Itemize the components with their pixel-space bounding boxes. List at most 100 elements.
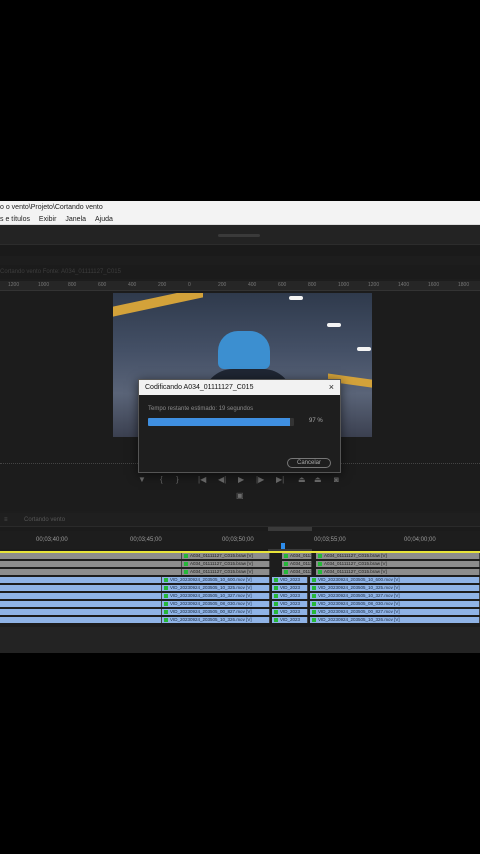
timeline-ruler[interactable]: 00;03;40;00 00;03;45;00 00;03;50;00 00;0…	[0, 531, 480, 549]
timeline-clip[interactable]: VID_20230924_203505_10_327.mov [V]	[162, 593, 270, 599]
timecode-label: 00;03;50;00	[222, 537, 254, 543]
clip-label: VID_20230924_203505_10_325.mov [V]	[170, 585, 252, 590]
timeline-clip[interactable]: VID_20230924_203505_10_325.mov [V]	[310, 585, 480, 591]
timeline-clip[interactable]: VID_20230924_203505_08_030.mov [V]	[310, 601, 480, 607]
fx-badge-icon	[274, 617, 278, 622]
clip-label: A034_01111127_C015.braw [V]	[324, 569, 387, 574]
timeline-clip[interactable]: A034_01111127_C015.braw [V]	[316, 561, 480, 567]
marker-icon[interactable]: ▼	[138, 475, 146, 484]
panel-grip-handle[interactable]	[218, 234, 260, 237]
lift-icon[interactable]: ⏏	[298, 475, 306, 484]
step-back-icon[interactable]: ◀|	[218, 475, 226, 484]
timeline-clip[interactable]: VID_20230924_203505_10_325.mov [V]	[162, 585, 270, 591]
timeline-clip[interactable]: VID_20230924_203505_10_600.mov [V]	[162, 577, 270, 583]
clip-label: A034_01111127_C015.braw [V]	[190, 561, 253, 566]
blue-bucket-hat	[218, 331, 270, 369]
timeline-clip[interactable]	[0, 577, 162, 583]
timeline-clip[interactable]: VID_2023	[272, 585, 308, 591]
ruler-tick-label: 1000	[338, 282, 350, 288]
timeline-clip[interactable]: VID_2023	[272, 593, 308, 599]
ruler-tick-label: 800	[308, 282, 317, 288]
clip-label: VID_2023	[280, 601, 301, 606]
timeline-tracks: A034_01111127_C015.braw [V] A034_01111127…	[0, 553, 480, 627]
out-point-icon[interactable]: }	[176, 475, 179, 484]
timeline-clip[interactable]: A034_01111127_C015.braw [V]	[182, 569, 270, 575]
in-point-icon[interactable]: {	[160, 475, 163, 484]
menu-bar: s e títulos Exibir Janela Ajuda	[0, 214, 480, 225]
timeline-clip[interactable]: A034_01111127_C015.braw [V]	[316, 569, 480, 575]
timeline-clip[interactable]	[0, 585, 162, 591]
monitor-tabs[interactable]: Cortando vento Fonte: A034_01111127_C015	[0, 265, 480, 279]
encoding-dialog: Codificando A034_01111127_C015 × Tempo r…	[138, 379, 341, 473]
ruler-tick-label: 1200	[368, 282, 380, 288]
timecode-label: 00;03;45;00	[130, 537, 162, 543]
timeline-clip[interactable]: A034_01111127_C015.braw [V]	[316, 553, 480, 559]
cancel-button[interactable]: Cancelar	[287, 458, 331, 468]
fx-badge-icon	[274, 577, 278, 582]
clip-label: VID_20230924_203505_10_600.mov [V]	[318, 577, 400, 582]
timeline-track: VID_20230924_203505_10_600.mov [V] VID_20…	[0, 577, 480, 584]
workspace-toolbar	[0, 225, 480, 245]
menu-item-titles[interactable]: s e títulos	[0, 214, 30, 225]
extract-icon[interactable]: ⏏	[314, 475, 322, 484]
timeline-clip[interactable]	[0, 569, 182, 575]
clip-label: A034_01111127_C015.braw [V]	[190, 553, 253, 558]
timeline-clip[interactable]: A034_01111127_C015.braw [V]	[282, 561, 312, 567]
timeline-clip[interactable]: A034_01111127_C015.braw [V]	[282, 553, 312, 559]
clip-label: VID_20230924_203505_00_827.mov [V]	[318, 609, 400, 614]
menu-item-window[interactable]: Janela	[65, 214, 86, 225]
fx-badge-icon	[184, 561, 188, 566]
close-icon[interactable]: ×	[329, 380, 334, 395]
progress-fill	[148, 418, 290, 426]
progress-percent: 97 %	[309, 418, 323, 424]
clip-label: A034_01111127_C015.braw [V]	[290, 569, 312, 574]
timeline-clip[interactable]: VID_20230924_203505_00_827.mov [V]	[162, 609, 270, 615]
ruler-tick-label: 400	[248, 282, 257, 288]
timecode-label: 00;03;40;00	[36, 537, 68, 543]
timeline-clip[interactable]	[0, 561, 182, 567]
fx-badge-icon	[164, 617, 168, 622]
timeline-clip[interactable]: VID_2023	[272, 617, 308, 623]
clip-label: A034_01111127_C015.braw [V]	[290, 553, 312, 558]
export-frame-icon[interactable]: ◙	[334, 475, 339, 484]
timeline-clip[interactable]	[0, 553, 182, 559]
timeline-clip[interactable]: VID_20230924_203505_10_326.mov [V]	[310, 617, 480, 623]
clip-label: VID_20230924_203505_10_326.mov [V]	[318, 617, 400, 622]
playhead-marker[interactable]	[281, 543, 285, 549]
fx-badge-icon	[312, 585, 316, 590]
ruler-tick-label: 1400	[398, 282, 410, 288]
timeline-tab[interactable]: Cortando vento	[24, 513, 65, 527]
settings-icon[interactable]: ▣	[236, 491, 244, 500]
timeline-clip[interactable]: A034_01111127_C015.braw [V]	[282, 569, 312, 575]
timeline-clip[interactable]: VID_2023	[272, 601, 308, 607]
monitor-header	[0, 245, 480, 256]
timeline-track: A034_01111127_C015.braw [V] A034_01111127…	[0, 569, 480, 576]
timeline-clip[interactable]: VID_2023	[272, 609, 308, 615]
fx-badge-icon	[274, 601, 278, 606]
fx-badge-icon	[164, 577, 168, 582]
step-forward-icon[interactable]: |▶	[256, 475, 264, 484]
screen: o o vento\Projeto\Cortando vento s e tít…	[0, 0, 480, 854]
timeline-clip[interactable]	[0, 617, 162, 623]
fx-badge-icon	[184, 569, 188, 574]
go-to-in-icon[interactable]: |◀	[198, 475, 206, 484]
timeline-clip[interactable]	[0, 609, 162, 615]
timeline-clip[interactable]	[0, 593, 162, 599]
timeline-clip[interactable]: VID_20230924_203505_10_327.mov [V]	[310, 593, 480, 599]
menu-item-view[interactable]: Exibir	[39, 214, 57, 225]
go-to-out-icon[interactable]: ▶|	[276, 475, 284, 484]
timeline-tab-icon[interactable]: ≡	[4, 513, 8, 527]
menu-item-help[interactable]: Ajuda	[95, 214, 113, 225]
timeline-clip[interactable]: VID_20230924_203505_10_600.mov [V]	[310, 577, 480, 583]
clip-label: VID_2023	[280, 593, 301, 598]
timeline-clip[interactable]: VID_20230924_203505_08_030.mov [V]	[162, 601, 270, 607]
timeline-clip[interactable]: VID_2023	[272, 577, 308, 583]
timeline-clip[interactable]	[0, 601, 162, 607]
play-icon[interactable]: ▶	[238, 475, 244, 484]
clip-label: VID_2023	[280, 609, 301, 614]
timeline-clip[interactable]: A034_01111127_C015.braw [V]	[182, 553, 270, 559]
timeline-clip[interactable]: VID_20230924_203505_10_326.mov [V]	[162, 617, 270, 623]
fx-badge-icon	[312, 609, 316, 614]
timeline-clip[interactable]: VID_20230924_203505_00_827.mov [V]	[310, 609, 480, 615]
timeline-clip[interactable]: A034_01111127_C015.braw [V]	[182, 561, 270, 567]
